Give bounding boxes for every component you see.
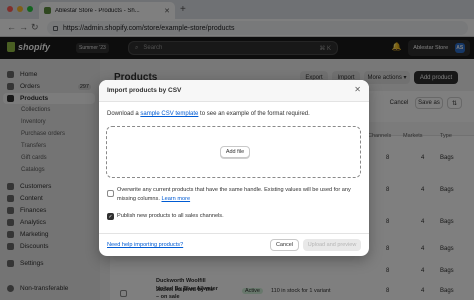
desc-text: Download a — [107, 111, 141, 117]
overwrite-label: Overwrite any current products that have… — [117, 186, 357, 204]
modal-footer: Need help importing products? Cancel Upl… — [99, 233, 369, 256]
upload-and-preview-button[interactable]: Upload and preview — [303, 239, 361, 251]
learn-more-link[interactable]: Learn more — [161, 196, 190, 202]
modal-header: Import products by CSV ✕ — [99, 80, 369, 102]
desc-text: to see an example of the format required… — [198, 111, 310, 117]
publish-label: Publish new products to all sales channe… — [117, 213, 224, 219]
modal-title: Import products by CSV — [107, 87, 182, 94]
add-file-button[interactable]: Add file — [220, 146, 250, 158]
overwrite-text: Overwrite any current products that have… — [117, 187, 351, 202]
help-importing-link[interactable]: Need help importing products? — [107, 242, 183, 248]
publish-checkbox[interactable]: ✓ — [107, 213, 114, 220]
file-dropzone[interactable]: Add file — [106, 126, 361, 178]
overwrite-checkbox[interactable] — [107, 190, 114, 197]
modal-description: Download a sample CSV template to see an… — [107, 111, 310, 117]
cancel-button[interactable]: Cancel — [270, 239, 299, 251]
close-icon[interactable]: ✕ — [354, 85, 361, 94]
import-products-modal: Import products by CSV ✕ Download a samp… — [99, 80, 369, 256]
sample-csv-link[interactable]: sample CSV template — [140, 111, 198, 117]
